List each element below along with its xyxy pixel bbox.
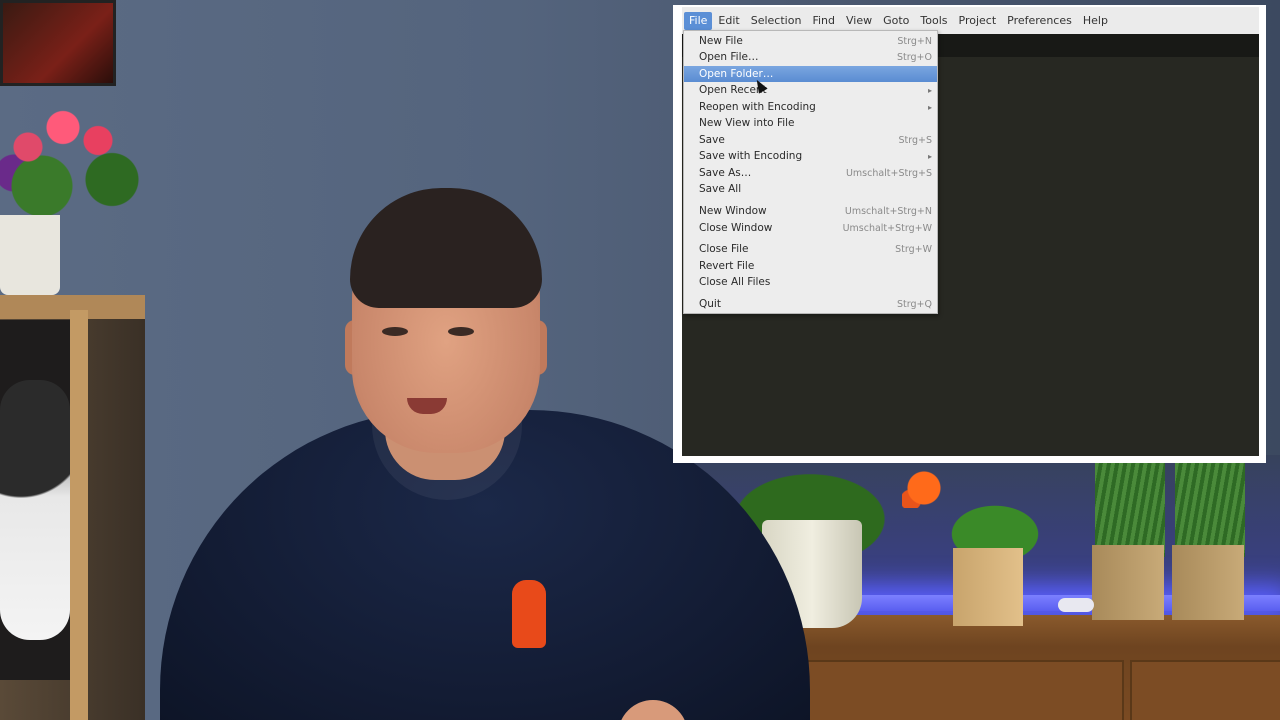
menu-item-shortcut: Strg+N — [897, 35, 932, 47]
chevron-right-icon: ▸ — [927, 85, 932, 95]
chevron-right-icon: ▸ — [927, 102, 932, 112]
menu-item-revert-file[interactable]: Revert File — [684, 258, 937, 274]
presenter-eye — [382, 327, 408, 336]
menu-item-label: Save As… — [699, 167, 752, 179]
menu-item-new-file[interactable]: New File Strg+N — [684, 33, 937, 49]
file-menu-dropdown: New File Strg+N Open File… Strg+O Open F… — [683, 30, 938, 314]
menu-item-save-with-encoding[interactable]: Save with Encoding ▸ — [684, 148, 937, 164]
menu-item-shortcut: Strg+S — [898, 134, 932, 146]
wall-picture-frame — [0, 0, 116, 86]
menu-item-save[interactable]: Save Strg+S — [684, 132, 937, 148]
menu-help[interactable]: Help — [1078, 12, 1113, 30]
menu-file[interactable]: File — [684, 11, 713, 30]
menu-item-quit[interactable]: Quit Strg+Q — [684, 296, 937, 312]
menu-find[interactable]: Find — [807, 12, 840, 30]
grass-plant — [1095, 462, 1165, 557]
menu-item-shortcut: Strg+Q — [897, 298, 932, 310]
menu-item-shortcut: Strg+W — [895, 243, 932, 255]
menu-item-shortcut: Umschalt+Strg+S — [845, 167, 932, 179]
menu-selection[interactable]: Selection — [746, 12, 807, 30]
menu-item-label: New File — [699, 35, 743, 47]
menu-item-label: Close File — [699, 243, 749, 255]
menu-item-label: Open File… — [699, 51, 759, 63]
presenter-hair — [350, 188, 542, 308]
menu-item-new-view-into-file[interactable]: New View into File — [684, 115, 937, 131]
menu-item-label: Quit — [699, 298, 721, 310]
menu-item-open-folder[interactable]: Open Folder… — [684, 66, 937, 82]
menu-edit[interactable]: Edit — [713, 12, 744, 30]
menu-item-label: Open Folder… — [699, 68, 774, 80]
menu-item-label: Save with Encoding — [699, 150, 803, 162]
menu-tools[interactable]: Tools — [915, 12, 952, 30]
menu-item-label: Revert File — [699, 260, 755, 272]
menu-item-shortcut: Umschalt+Strg+W — [842, 222, 932, 234]
menu-view[interactable]: View — [841, 12, 877, 30]
shelf-side — [70, 310, 88, 720]
menu-item-new-window[interactable]: New Window Umschalt+Strg+N — [684, 203, 937, 219]
menu-item-label: New Window — [699, 205, 767, 217]
menu-item-label: Save All — [699, 183, 742, 195]
menu-item-shortcut: Umschalt+Strg+N — [844, 205, 932, 217]
menu-item-close-all-files[interactable]: Close All Files — [684, 274, 937, 290]
grass-pot — [1172, 545, 1244, 620]
grass-pot — [1092, 545, 1164, 620]
menu-item-save-as[interactable]: Save As… Umschalt+Strg+S — [684, 165, 937, 181]
menu-item-reopen-with-encoding[interactable]: Reopen with Encoding ▸ — [684, 99, 937, 115]
plant-box — [953, 548, 1023, 626]
presenter-eye — [448, 327, 474, 336]
menu-goto[interactable]: Goto — [878, 12, 914, 30]
menu-item-shortcut: Strg+O — [897, 51, 932, 63]
menu-item-close-file[interactable]: Close File Strg+W — [684, 241, 937, 257]
menu-item-label: Close Window — [699, 222, 773, 234]
plush-toy — [0, 380, 70, 640]
menu-item-label: Save — [699, 134, 725, 146]
menu-preferences[interactable]: Preferences — [1002, 12, 1077, 30]
menu-project[interactable]: Project — [954, 12, 1002, 30]
menu-item-label: Reopen with Encoding — [699, 101, 816, 113]
chevron-right-icon: ▸ — [927, 151, 932, 161]
toy-plane — [1058, 598, 1094, 612]
menu-item-label: New View into File — [699, 117, 795, 129]
menu-item-open-recent[interactable]: Open Recent ▸ — [684, 82, 937, 98]
grass-plant — [1175, 462, 1245, 557]
menu-item-save-all[interactable]: Save All — [684, 181, 937, 197]
shirt-logo — [512, 580, 546, 648]
menu-item-open-file[interactable]: Open File… Strg+O — [684, 49, 937, 65]
sideboard-drawer — [760, 660, 1124, 720]
menu-item-close-window[interactable]: Close Window Umschalt+Strg+W — [684, 220, 937, 236]
sideboard-drawer — [1130, 660, 1280, 720]
menu-item-label: Open Recent — [699, 84, 767, 96]
menu-item-label: Close All Files — [699, 276, 771, 288]
vase — [0, 215, 60, 295]
flower-bouquet — [0, 95, 140, 225]
